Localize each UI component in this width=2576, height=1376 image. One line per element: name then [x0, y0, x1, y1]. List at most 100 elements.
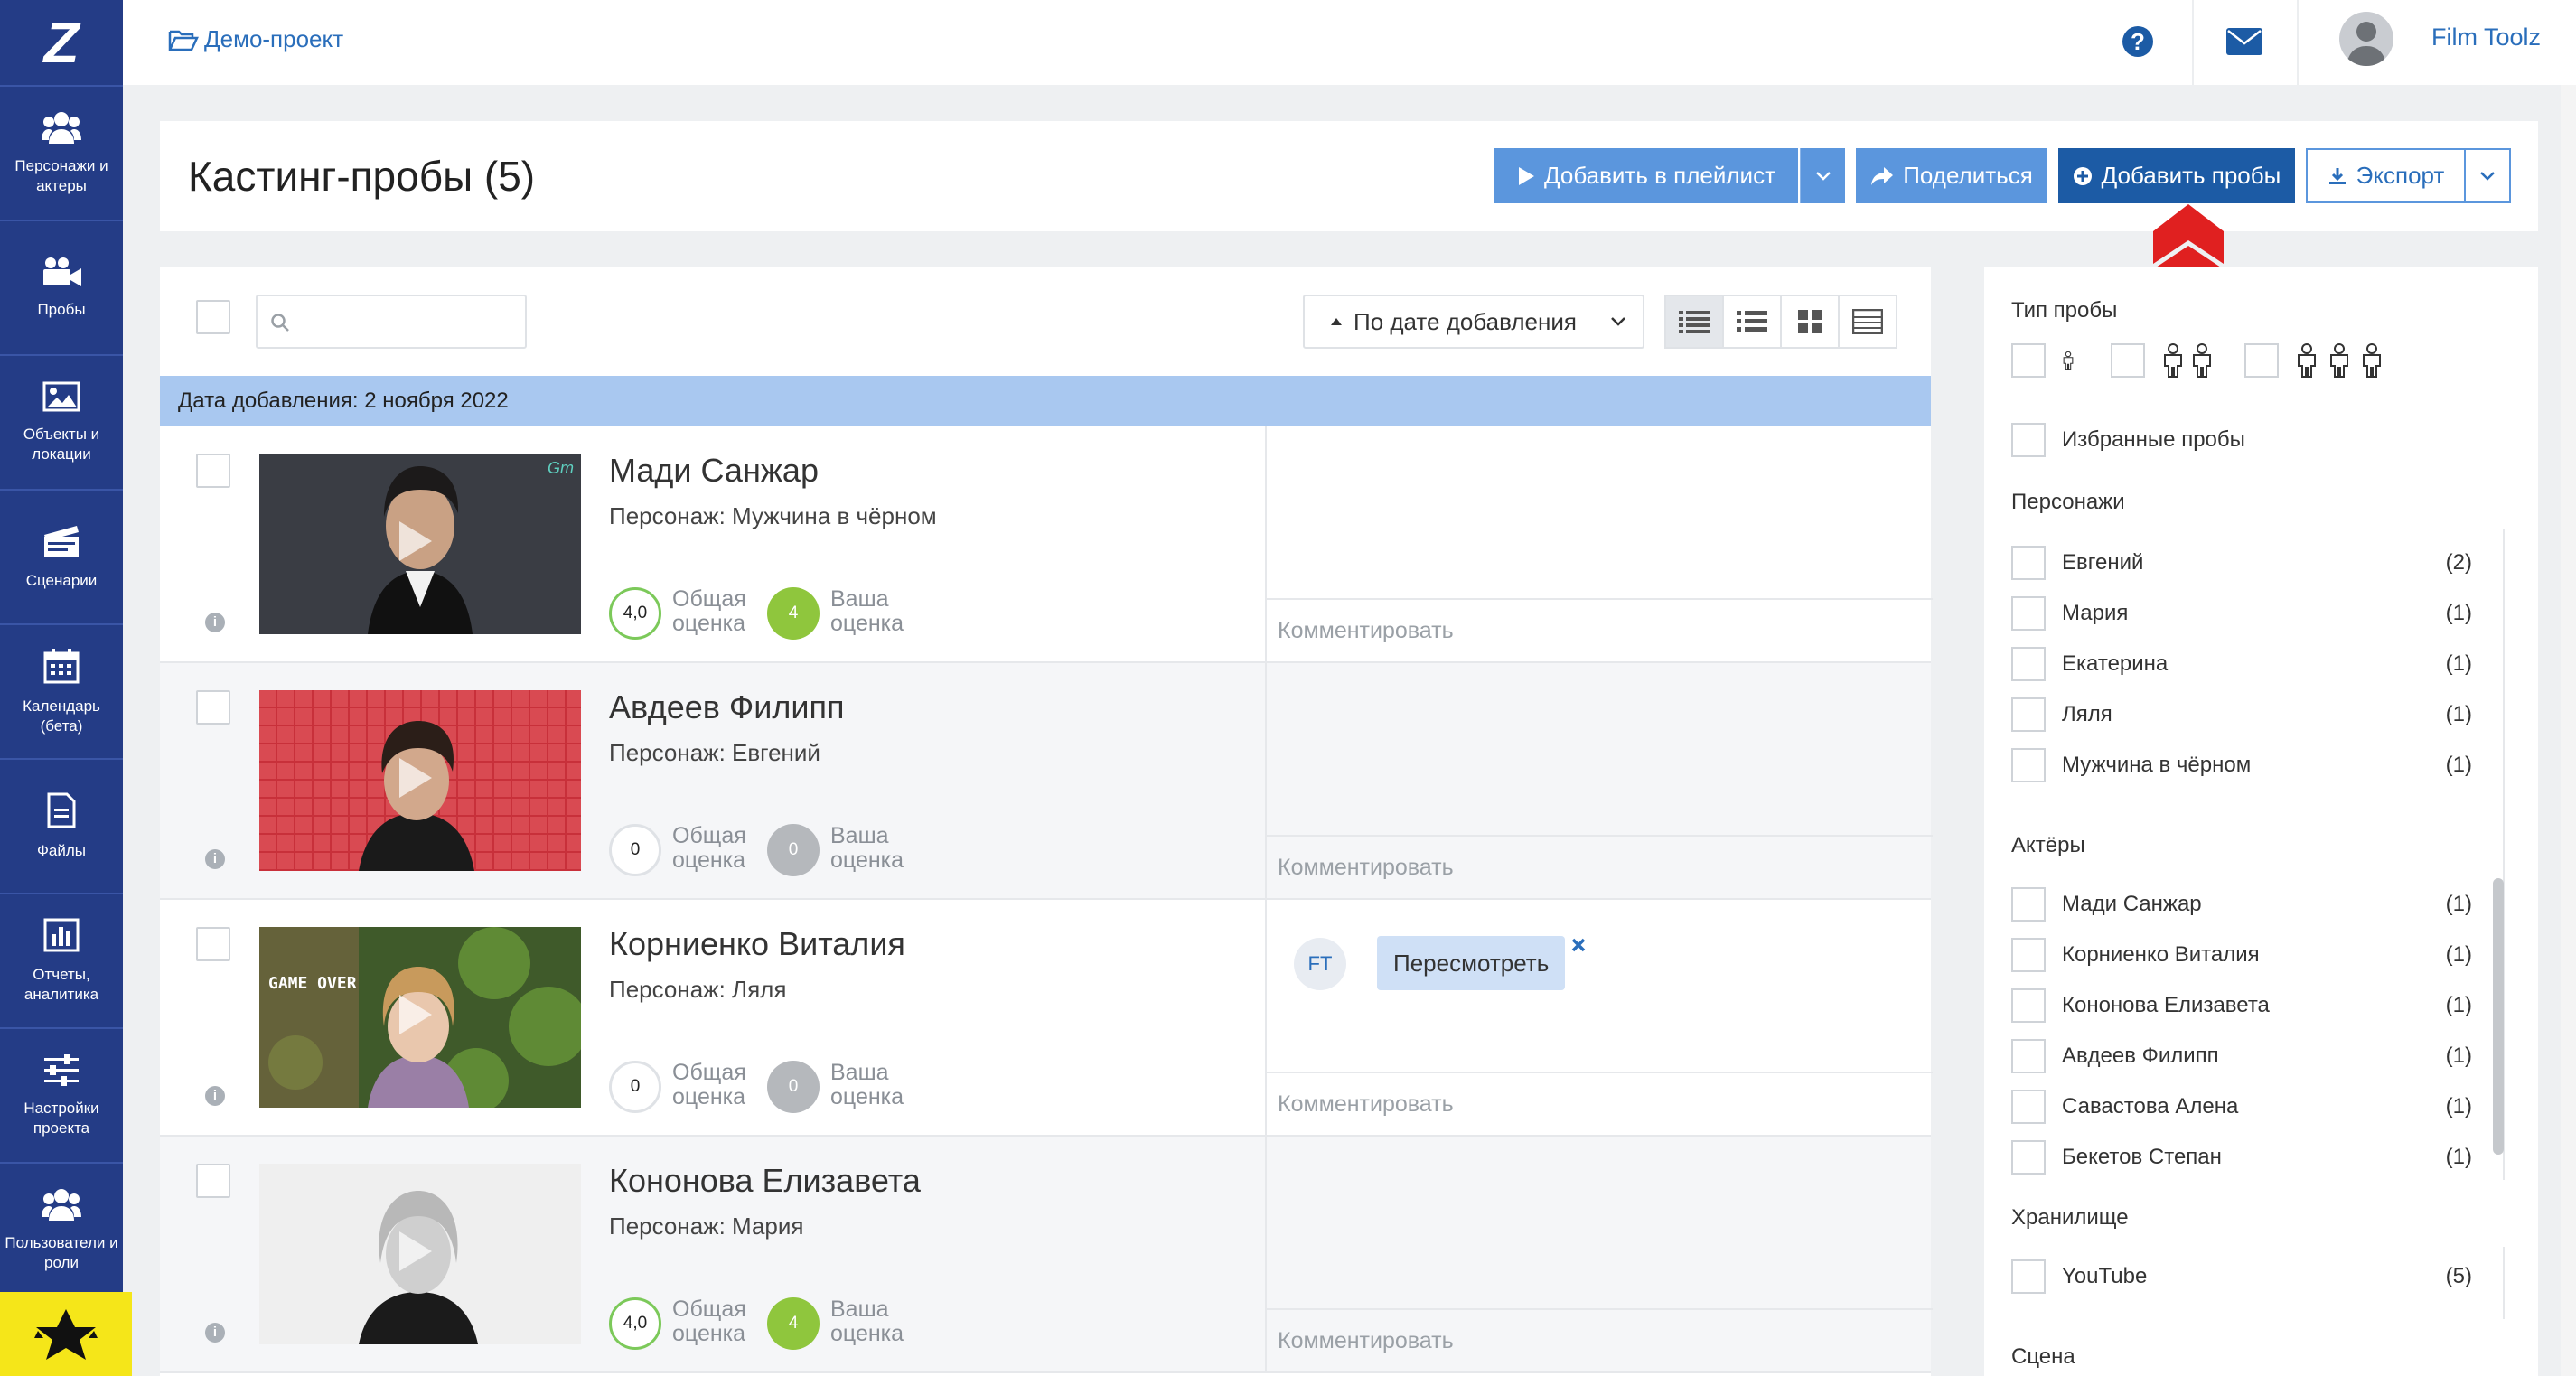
- info-icon[interactable]: i: [205, 849, 225, 869]
- comment-input[interactable]: Комментировать: [1267, 1308, 1933, 1371]
- checkbox[interactable]: [2011, 546, 2046, 580]
- filter-actor-item[interactable]: Кононова Елизавета (1): [2011, 988, 2472, 1023]
- export-dropdown-button[interactable]: [2464, 148, 2511, 203]
- checkbox[interactable]: [2011, 748, 2046, 782]
- comment-input[interactable]: Комментировать: [1267, 835, 1933, 898]
- comment-input[interactable]: Комментировать: [1267, 1072, 1933, 1135]
- video-thumbnail[interactable]: [259, 690, 581, 871]
- view-grid-button[interactable]: [1780, 295, 1840, 349]
- comment-input[interactable]: Комментировать: [1267, 598, 1933, 661]
- sidebar-item-users[interactable]: Пользователи и роли: [0, 1162, 123, 1296]
- messages-button[interactable]: [2225, 27, 2263, 61]
- search-field: [256, 295, 527, 349]
- filter-character-item[interactable]: Ляля (1): [2011, 697, 2472, 732]
- filter-actor-item[interactable]: Бекетов Степан (1): [2011, 1140, 2472, 1175]
- date-group-header: Дата добавления: 2 ноября 2022: [160, 376, 1931, 426]
- sidebar-item-calendar[interactable]: Календарь (бета): [0, 623, 123, 758]
- checkbox[interactable]: [2011, 1140, 2046, 1175]
- row-checkbox[interactable]: [196, 690, 230, 725]
- video-thumbnail[interactable]: GAME OVER: [259, 927, 581, 1108]
- checkbox[interactable]: [2011, 697, 2046, 732]
- row-checkbox[interactable]: [196, 454, 230, 488]
- select-all-checkbox[interactable]: [196, 300, 230, 334]
- filter-actors-title: Актёры: [2011, 833, 2085, 857]
- filter-storage-item[interactable]: YouTube (5): [2011, 1259, 2472, 1294]
- filter-character-item[interactable]: Мужчина в чёрном (1): [2011, 748, 2472, 782]
- avatar[interactable]: [2339, 12, 2393, 66]
- checkbox[interactable]: [2011, 887, 2046, 922]
- checkbox[interactable]: [2011, 1090, 2046, 1124]
- sidebar-item-characters[interactable]: Персонажи и актеры: [0, 85, 123, 220]
- info-icon[interactable]: i: [205, 1086, 225, 1106]
- total-score-label: Общая оценка: [672, 1296, 746, 1346]
- filter-actor-item[interactable]: Савастова Алена (1): [2011, 1090, 2472, 1124]
- actor-name[interactable]: Кононова Елизавета: [609, 1162, 921, 1200]
- playlist-dropdown-button[interactable]: [1800, 148, 1845, 203]
- actor-name[interactable]: Авдеев Филипп: [609, 688, 845, 726]
- checkbox[interactable]: [2011, 596, 2046, 631]
- info-icon[interactable]: i: [205, 613, 225, 632]
- view-detailed-list-button[interactable]: [1664, 295, 1724, 349]
- filter-actor-item[interactable]: Авдеев Филипп (1): [2011, 1039, 2472, 1073]
- filter-actor-item[interactable]: Мади Санжар (1): [2011, 887, 2472, 922]
- my-score[interactable]: 4: [767, 587, 820, 640]
- sidebar-item-settings[interactable]: Настройки проекта: [0, 1027, 123, 1162]
- add-to-playlist-button[interactable]: Добавить в плейлист: [1494, 148, 1798, 203]
- info-icon[interactable]: i: [205, 1323, 225, 1343]
- filter-type-group[interactable]: [2244, 343, 2389, 378]
- breadcrumb[interactable]: Демо-проект: [168, 25, 343, 53]
- share-button[interactable]: Поделиться: [1856, 148, 2047, 203]
- sidebar-item-tests[interactable]: Пробы: [0, 220, 123, 354]
- checkbox[interactable]: [2011, 423, 2046, 457]
- sidebar-item-scripts[interactable]: Сценарии: [0, 489, 123, 623]
- my-score-label: Ваша оценка: [830, 1060, 904, 1109]
- help-button[interactable]: ?: [2122, 20, 2154, 64]
- sidebar-item-reports[interactable]: Отчеты, аналитика: [0, 893, 123, 1027]
- sidebar-item-locations[interactable]: Объекты и локации: [0, 354, 123, 489]
- checkbox[interactable]: [2244, 343, 2279, 378]
- checkbox[interactable]: [2011, 988, 2046, 1023]
- filter-type-single[interactable]: [2011, 343, 2075, 378]
- add-to-playlist-label: Добавить в плейлист: [1543, 162, 1775, 189]
- add-tests-button[interactable]: Добавить пробы: [2058, 148, 2295, 203]
- app-logo[interactable]: Z: [0, 0, 123, 85]
- checkbox[interactable]: [2111, 343, 2145, 378]
- actor-name[interactable]: Мади Санжар: [609, 452, 819, 490]
- view-table-button[interactable]: [1838, 295, 1897, 349]
- checkbox[interactable]: [2011, 647, 2046, 681]
- video-thumbnail[interactable]: Gm: [259, 454, 581, 634]
- star-badge[interactable]: [0, 1292, 132, 1376]
- total-score: 0: [609, 1061, 661, 1113]
- review-tag[interactable]: Пересмотреть: [1377, 936, 1566, 990]
- my-score-label: Ваша оценка: [830, 823, 904, 873]
- actor-name[interactable]: Корниенко Виталия: [609, 925, 905, 963]
- video-thumbnail[interactable]: [259, 1164, 581, 1344]
- sidebar-item-files[interactable]: Файлы: [0, 758, 123, 893]
- row-checkbox[interactable]: [196, 927, 230, 961]
- remove-tag-icon[interactable]: [1571, 938, 1586, 952]
- checkbox[interactable]: [2011, 1039, 2046, 1073]
- filter-favorites[interactable]: Избранные пробы: [2011, 423, 2472, 457]
- filter-character-item[interactable]: Мария (1): [2011, 596, 2472, 631]
- user-name[interactable]: Film Toolz: [2431, 23, 2541, 51]
- list-item: Gm Мади Санжар Персонаж: Мужчина в чёрно…: [160, 426, 1933, 663]
- checkbox[interactable]: [2011, 1259, 2046, 1294]
- my-score[interactable]: 0: [767, 824, 820, 876]
- filter-type-pair[interactable]: [2111, 343, 2219, 378]
- export-button[interactable]: Экспорт: [2306, 148, 2466, 203]
- view-list-button[interactable]: [1722, 295, 1782, 349]
- checkbox[interactable]: [2011, 343, 2046, 378]
- filter-character-item[interactable]: Евгений (2): [2011, 546, 2472, 580]
- filter-character-item[interactable]: Екатерина (1): [2011, 647, 2472, 681]
- filter-count: (1): [2445, 702, 2472, 726]
- my-score[interactable]: 4: [767, 1297, 820, 1350]
- scrollbar-thumb[interactable]: [2493, 878, 2504, 1155]
- checkbox[interactable]: [2011, 938, 2046, 972]
- my-score[interactable]: 0: [767, 1061, 820, 1113]
- page-scrollbar[interactable]: [2561, 85, 2576, 1376]
- search-input[interactable]: [299, 302, 516, 342]
- sort-select[interactable]: По дате добавления: [1303, 295, 1644, 349]
- filter-actor-item[interactable]: Корниенко Виталия (1): [2011, 938, 2472, 972]
- row-checkbox[interactable]: [196, 1164, 230, 1198]
- scrollbar-track[interactable]: [2503, 1247, 2505, 1319]
